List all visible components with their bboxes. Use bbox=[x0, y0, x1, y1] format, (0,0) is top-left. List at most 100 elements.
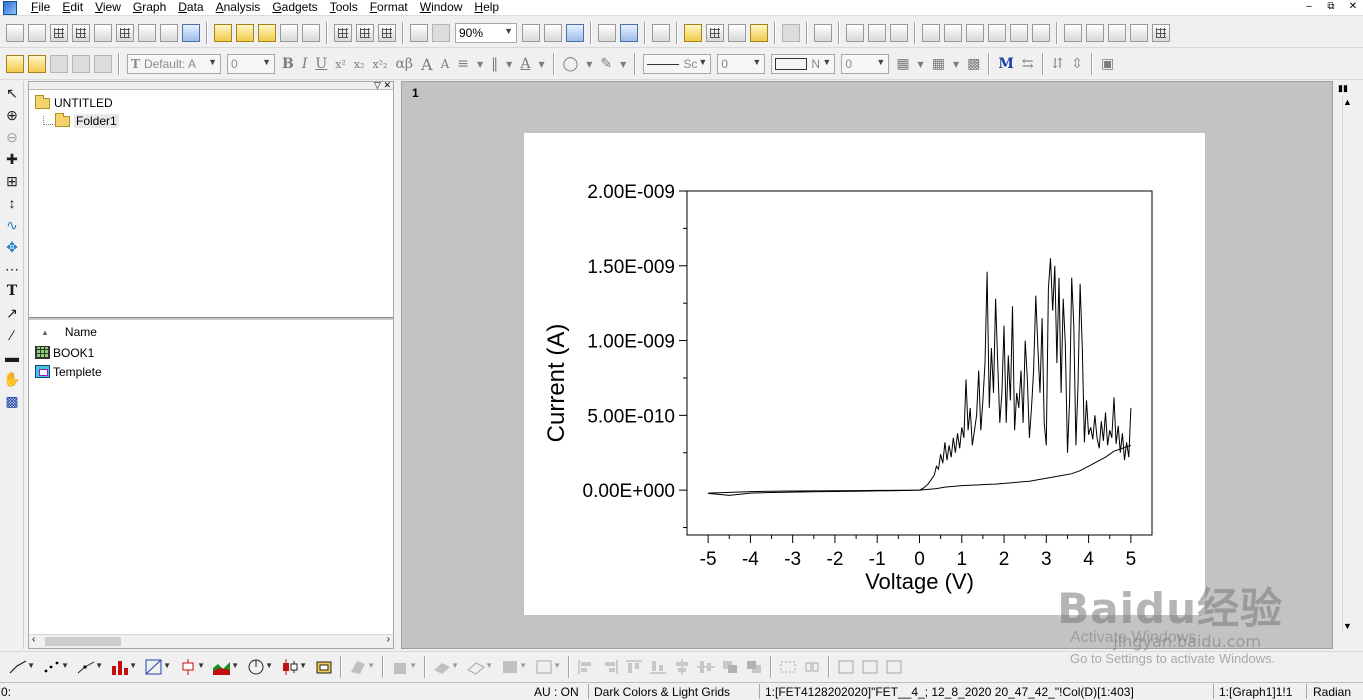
align-bottom-button[interactable] bbox=[648, 658, 668, 676]
x-axis-title[interactable]: Voltage (V) bbox=[865, 569, 974, 594]
graph-page[interactable]: 0.00E+000 5.00E-010 1.00E-009 1.50E-009 2.00… bbox=[524, 133, 1205, 615]
recalculate-icon[interactable] bbox=[432, 23, 450, 42]
script-window-icon[interactable] bbox=[684, 23, 702, 42]
group-icon[interactable]: ⇵ bbox=[1052, 56, 1064, 72]
template-library-button[interactable] bbox=[314, 658, 334, 676]
line-color-icon[interactable]: ✎ bbox=[600, 56, 612, 72]
new-workbook-icon[interactable] bbox=[50, 23, 68, 42]
zoom-out-icon[interactable]: ⊖ bbox=[3, 128, 21, 146]
new-matrix-icon[interactable] bbox=[116, 23, 134, 42]
align-left-icon[interactable]: ≡ bbox=[457, 56, 469, 72]
axis-bottom-left-icon[interactable] bbox=[922, 23, 940, 42]
region-data-selector-icon[interactable]: ✥ bbox=[3, 238, 21, 256]
underline-button[interactable]: U bbox=[315, 56, 327, 72]
stock-plot-button[interactable]: ▼ bbox=[280, 658, 307, 676]
text-tool-icon[interactable]: T bbox=[3, 282, 21, 300]
data-reader-icon[interactable]: ⊞ bbox=[3, 172, 21, 190]
pencil-icon[interactable] bbox=[6, 55, 24, 73]
subscript-button[interactable]: x₂ bbox=[354, 58, 365, 71]
chevron-down-icon[interactable]: ▼ bbox=[918, 60, 924, 69]
layer-4-icon[interactable] bbox=[890, 23, 908, 42]
screen-reader-icon[interactable]: ✚ bbox=[3, 150, 21, 168]
series-line-2[interactable] bbox=[708, 258, 1132, 496]
chevron-down-icon[interactable]: ▼ bbox=[1343, 621, 1352, 631]
rescale-icon[interactable] bbox=[814, 23, 832, 42]
line-plot-button[interactable]: ▼ bbox=[8, 658, 35, 676]
list-item-book1[interactable]: BOOK1 bbox=[29, 343, 393, 362]
menu-help[interactable]: Help bbox=[468, 0, 505, 16]
minimize-icon[interactable]: – bbox=[1303, 0, 1315, 14]
chevron-down-icon[interactable]: ▼ bbox=[477, 60, 483, 69]
font-color-icon[interactable]: A bbox=[520, 56, 530, 72]
close-icon[interactable]: ✕ bbox=[1347, 0, 1359, 14]
list-item-templete[interactable]: Templete bbox=[29, 362, 393, 381]
lock-icon[interactable]: ▣ bbox=[1101, 56, 1114, 72]
export-page-icon[interactable] bbox=[566, 23, 584, 42]
send-back-button[interactable] bbox=[744, 658, 764, 676]
data-cursor-icon[interactable]: ↕ bbox=[3, 194, 21, 212]
code-builder-icon[interactable] bbox=[598, 23, 616, 42]
border-icon[interactable]: ▦ bbox=[932, 56, 945, 72]
merge-icon[interactable]: ▩ bbox=[967, 56, 980, 72]
bold-button[interactable]: B bbox=[282, 56, 294, 72]
arrow-tool-icon[interactable]: ↗ bbox=[3, 304, 21, 322]
axis-box-icon[interactable] bbox=[988, 23, 1006, 42]
new-notes-icon[interactable] bbox=[182, 23, 200, 42]
ungroup-icon[interactable]: ⇳ bbox=[1071, 56, 1083, 72]
fill-width-combo[interactable]: 0 ▼ bbox=[841, 54, 890, 74]
legend-icon[interactable] bbox=[1086, 23, 1104, 42]
import-multiple-ascii-icon[interactable] bbox=[378, 23, 396, 42]
duplicate-icon[interactable] bbox=[410, 23, 428, 42]
chevron-left-icon[interactable]: ‹ bbox=[32, 634, 35, 645]
resize-both-button[interactable] bbox=[884, 658, 904, 676]
explorer-horizontal-scrollbar[interactable]: ‹ › bbox=[29, 634, 393, 648]
resize-height-button[interactable] bbox=[860, 658, 880, 676]
tree-child-folder[interactable]: Folder1 bbox=[29, 112, 393, 130]
mask-icon[interactable] bbox=[50, 55, 68, 73]
color-scale-icon[interactable] bbox=[1108, 23, 1126, 42]
line-symbol-plot-button[interactable]: ▼ bbox=[76, 658, 103, 676]
results-log-icon[interactable] bbox=[620, 23, 638, 42]
iv-curve-chart[interactable]: 0.00E+000 5.00E-010 1.00E-009 1.50E-009 2.00… bbox=[524, 133, 1205, 615]
print-icon[interactable] bbox=[522, 23, 540, 42]
draw-data-icon[interactable]: ∿ bbox=[3, 216, 21, 234]
explorer-splitter[interactable] bbox=[29, 317, 393, 320]
y-axis-title[interactable]: Current (A) bbox=[543, 324, 570, 443]
align-top-button[interactable] bbox=[624, 658, 644, 676]
new-excel-icon[interactable] bbox=[72, 23, 90, 42]
list-column-header[interactable]: ▲ Name bbox=[29, 321, 393, 343]
supersubscript-button[interactable]: x²₂ bbox=[372, 58, 387, 71]
open-icon[interactable] bbox=[214, 23, 232, 42]
matrix-plot-button[interactable]: ▼ bbox=[144, 658, 171, 676]
restore-icon[interactable]: ⧉ bbox=[1325, 0, 1337, 14]
open-template-icon[interactable] bbox=[236, 23, 254, 42]
zoom-combo[interactable]: 90% ▼ bbox=[455, 22, 517, 43]
greek-button[interactable]: αβ bbox=[395, 56, 413, 72]
rectangle-tool-icon[interactable]: ▬ bbox=[3, 348, 21, 366]
ungroup-objects-button[interactable] bbox=[802, 658, 822, 676]
menu-data[interactable]: Data bbox=[172, 0, 209, 16]
clock-icon[interactable] bbox=[1130, 23, 1148, 42]
menu-graph[interactable]: Graph bbox=[127, 0, 172, 16]
menu-edit[interactable]: Edit bbox=[56, 0, 89, 16]
mask-points-icon[interactable]: ⋯ bbox=[3, 260, 21, 278]
table-icon[interactable] bbox=[1152, 23, 1170, 42]
project-explorer-icon[interactable] bbox=[652, 23, 670, 42]
fill-color-icon[interactable]: ◯ bbox=[563, 56, 579, 72]
mask-m-icon[interactable]: M bbox=[998, 56, 1014, 72]
fill-combo[interactable]: N ▼ bbox=[771, 54, 836, 74]
pattern-icon[interactable]: ▦ bbox=[896, 56, 909, 72]
menu-view[interactable]: View bbox=[89, 0, 127, 16]
pointer-icon[interactable]: ↖ bbox=[3, 84, 21, 102]
align-hcenter-button[interactable] bbox=[696, 658, 716, 676]
chevron-down-icon[interactable]: ▼ bbox=[538, 60, 544, 69]
layer-number[interactable]: 1 bbox=[412, 86, 419, 100]
align-right-button[interactable] bbox=[600, 658, 620, 676]
axis-top-icon[interactable] bbox=[1032, 23, 1050, 42]
unmask-icon[interactable] bbox=[72, 55, 90, 73]
menu-window[interactable]: Window bbox=[414, 0, 469, 16]
decrease-font-button[interactable]: A bbox=[441, 57, 450, 71]
group-objects-button[interactable] bbox=[778, 658, 798, 676]
image-plot-button[interactable]: ▼ bbox=[534, 658, 561, 676]
superscript-button[interactable]: x² bbox=[335, 58, 346, 71]
